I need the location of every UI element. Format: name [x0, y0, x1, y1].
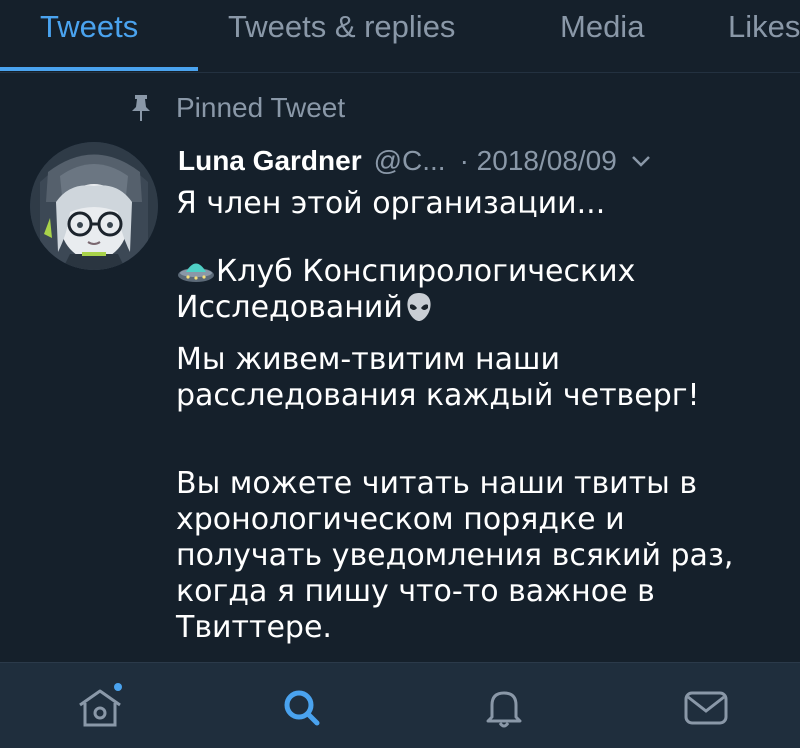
- author-handle[interactable]: @C...: [374, 145, 446, 177]
- tab-media[interactable]: Media: [560, 0, 644, 54]
- avatar[interactable]: [30, 142, 158, 270]
- active-tab-indicator: [0, 67, 198, 71]
- pinned-tweet-indicator: Pinned Tweet: [130, 88, 345, 128]
- pin-icon: [132, 95, 150, 121]
- messages-icon: [684, 691, 728, 725]
- alien-icon: [407, 293, 431, 321]
- nav-messages[interactable]: [676, 681, 736, 733]
- tweet-header: Luna Gardner @C... · 2018/08/09: [178, 140, 653, 182]
- nav-search[interactable]: [272, 681, 332, 733]
- app: Tweets Tweets & replies Media Likes Pinn…: [0, 0, 800, 748]
- tab-tweets-and-replies[interactable]: Tweets & replies: [228, 0, 455, 54]
- tab-likes[interactable]: Likes: [728, 0, 800, 54]
- nav-home[interactable]: [70, 681, 130, 733]
- tweet-line-membership: Я член этой организации...: [176, 186, 606, 221]
- search-icon: [284, 690, 320, 726]
- home-icon: [79, 683, 122, 727]
- tab-tweets[interactable]: Tweets: [40, 0, 138, 54]
- chevron-down-icon[interactable]: [629, 153, 653, 169]
- club-name-part2: Исследований: [176, 290, 403, 325]
- pinned-tweet-label: Pinned Tweet: [176, 92, 346, 123]
- tweet-text: Я член этой организации... Клуб Конспиро…: [176, 186, 776, 646]
- club-name-part1: Клуб Конспирологических: [216, 254, 636, 289]
- tweet-paragraph-follow: Вы можете читать наши твиты в хронологич…: [176, 466, 734, 645]
- tweet-date[interactable]: · 2018/08/09: [460, 145, 617, 177]
- tweet-club-name: Клуб Конспирологических Исследований: [176, 254, 776, 326]
- ufo-icon: [178, 263, 214, 282]
- author-name[interactable]: Luna Gardner: [178, 145, 362, 177]
- avatar-illustration: [30, 142, 158, 270]
- tweet-paragraph-live: Мы живем-твитим наши расследования кажды…: [176, 342, 700, 413]
- notifications-icon: [486, 691, 522, 728]
- profile-tabs: Tweets Tweets & replies Media Likes: [0, 0, 800, 73]
- bottom-navigation: [0, 662, 800, 748]
- nav-notifications[interactable]: [474, 681, 534, 733]
